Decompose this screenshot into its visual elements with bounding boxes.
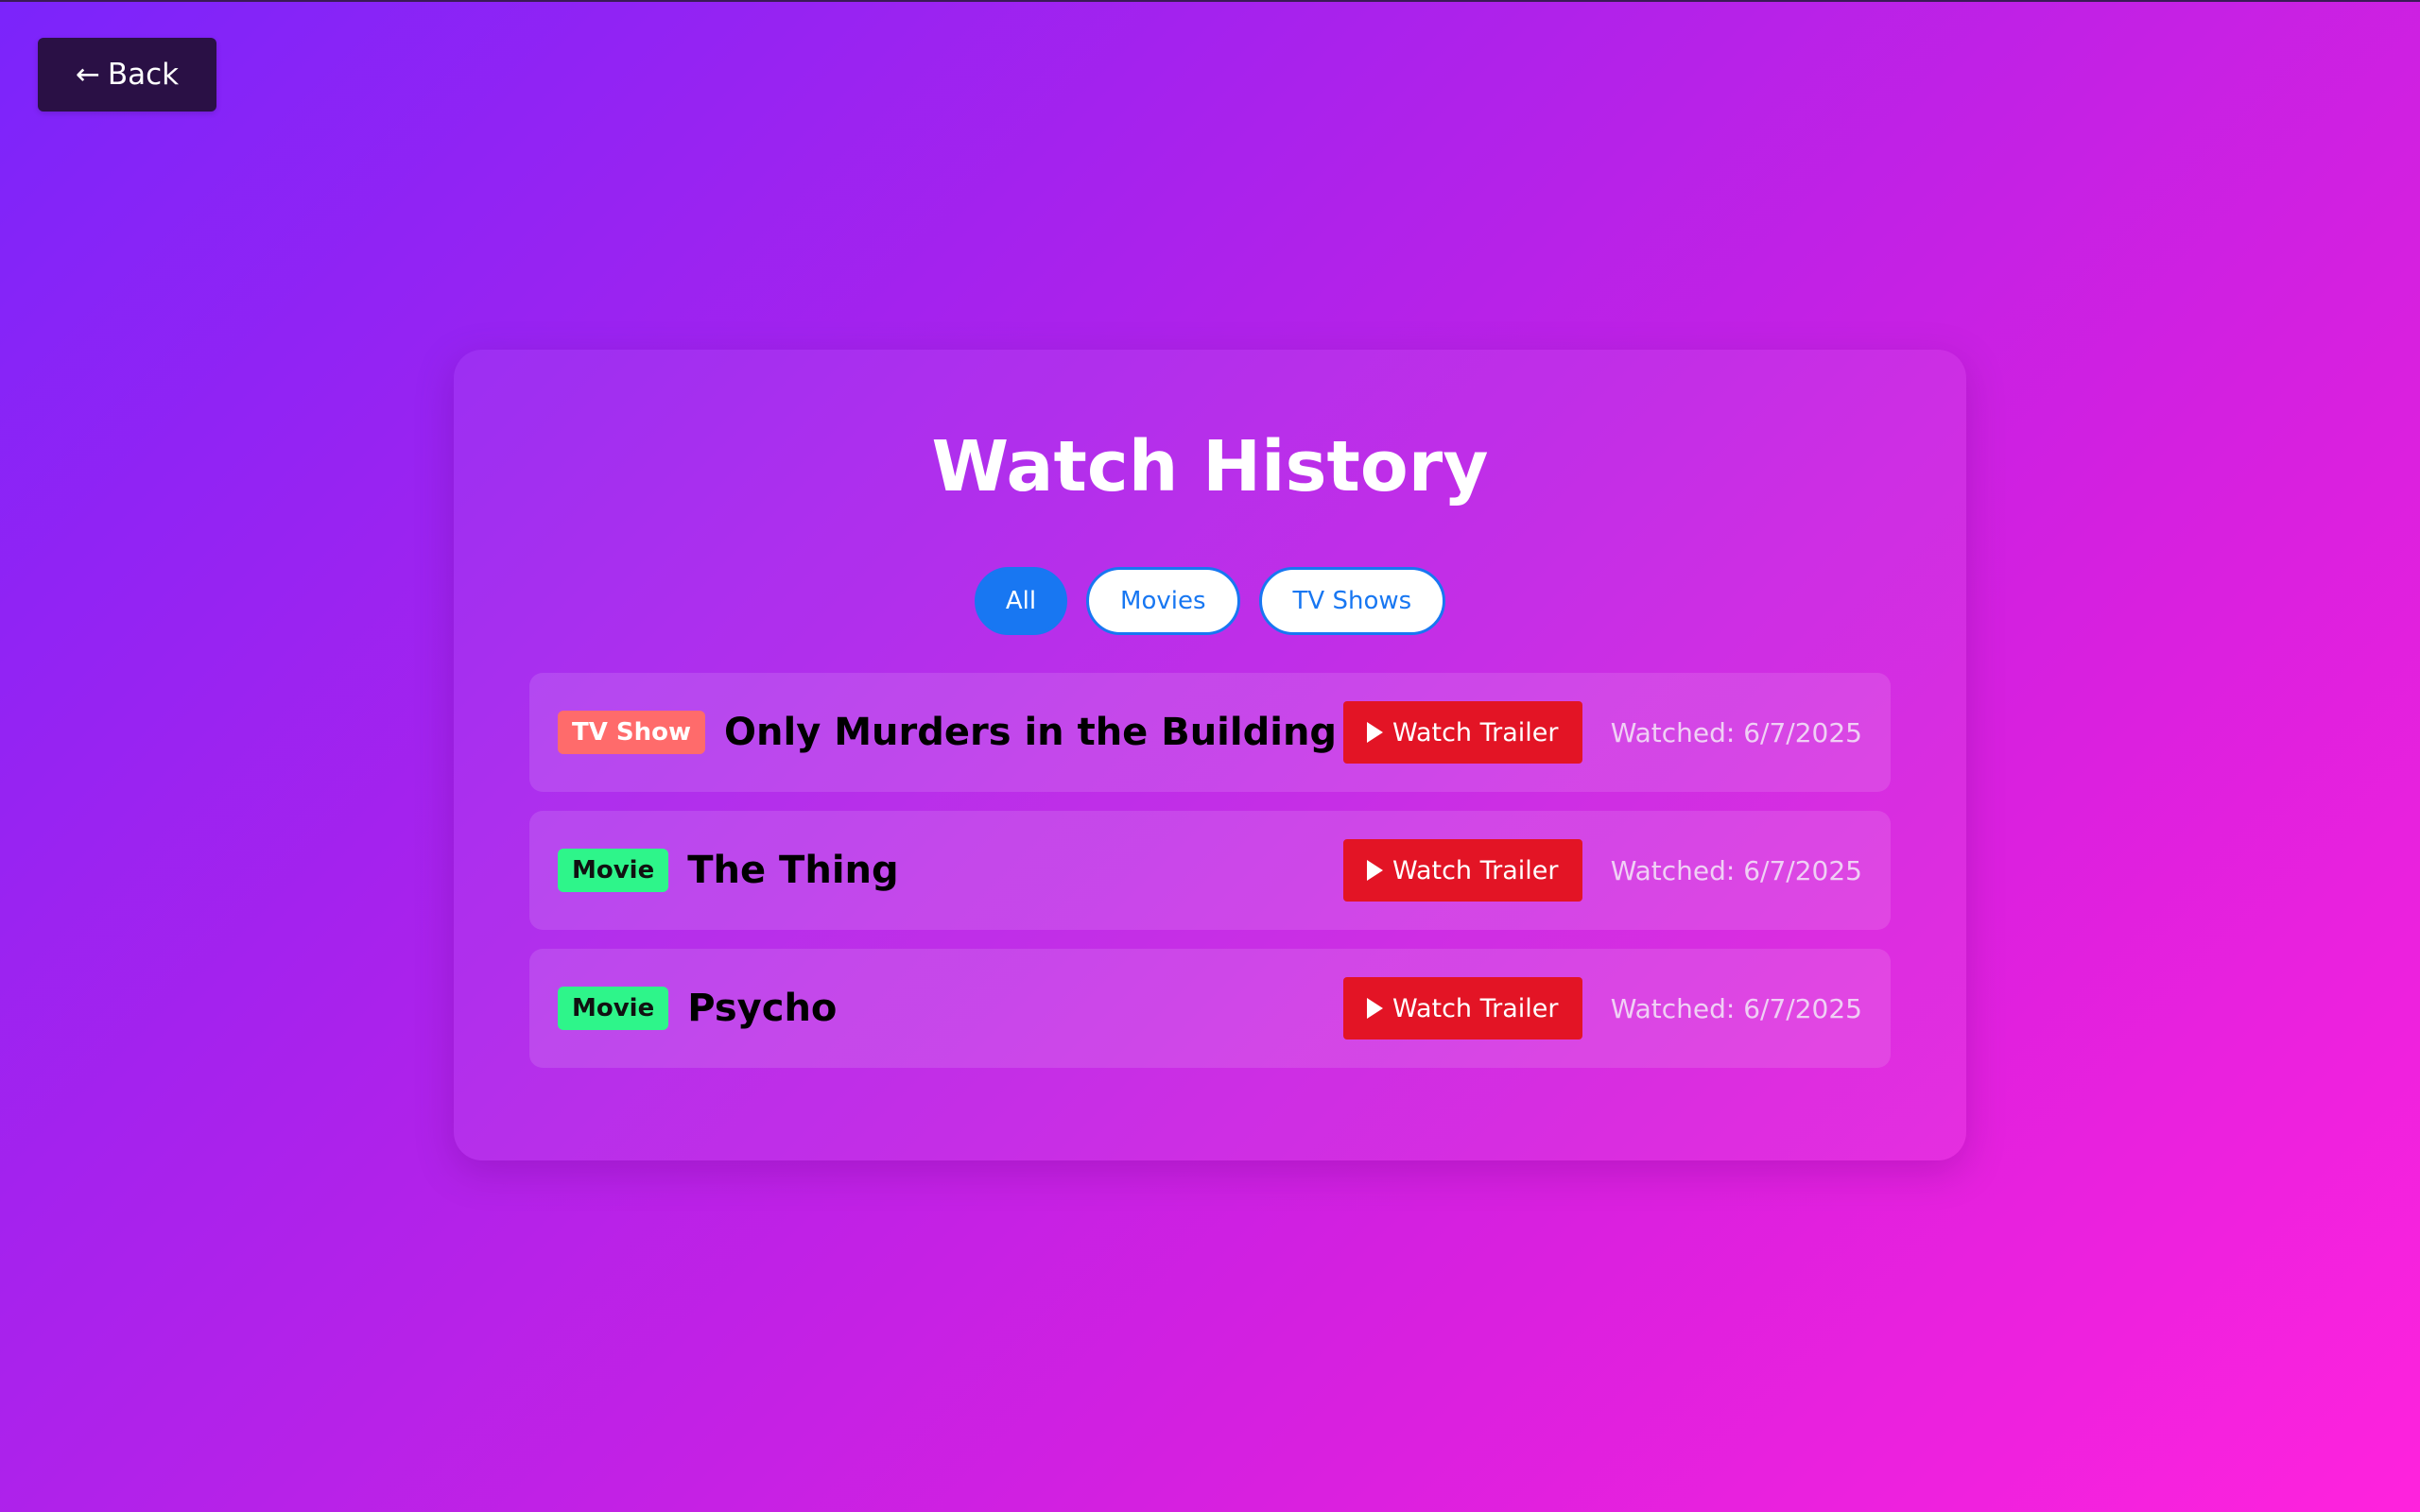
watch-trailer-button[interactable]: Watch Trailer	[1342, 977, 1582, 1040]
top-border	[0, 0, 2420, 2]
history-item: TV Show Only Murders in the Building Wat…	[529, 673, 1891, 792]
play-icon	[1366, 998, 1383, 1019]
watch-trailer-label: Watch Trailer	[1392, 717, 1559, 747]
play-icon	[1366, 722, 1383, 743]
watched-date: Watched: 6/7/2025	[1610, 716, 1862, 748]
watch-trailer-label: Watch Trailer	[1392, 855, 1559, 885]
watched-date: Watched: 6/7/2025	[1610, 992, 1862, 1024]
type-badge: TV Show	[558, 711, 706, 754]
watch-trailer-button[interactable]: Watch Trailer	[1342, 701, 1582, 764]
filter-bar: All Movies TV Shows	[454, 567, 1966, 635]
arrow-left-icon: ←	[75, 58, 100, 92]
back-button[interactable]: ← Back	[38, 38, 216, 112]
item-title: Only Murders in the Building	[724, 711, 1338, 754]
history-item: Movie Psycho Watch Trailer Watched: 6/7/…	[529, 949, 1891, 1068]
history-list: TV Show Only Murders in the Building Wat…	[529, 673, 1891, 1087]
filter-all-button[interactable]: All	[974, 567, 1068, 635]
filter-tv-shows-button[interactable]: TV Shows	[1258, 567, 1446, 635]
type-badge: Movie	[558, 987, 669, 1030]
watch-trailer-label: Watch Trailer	[1392, 993, 1559, 1023]
watch-trailer-button[interactable]: Watch Trailer	[1342, 839, 1582, 902]
play-icon	[1366, 860, 1383, 881]
item-title: The Thing	[687, 849, 899, 892]
back-label: Back	[107, 58, 180, 92]
item-title: Psycho	[687, 987, 838, 1030]
type-badge: Movie	[558, 849, 669, 892]
watched-date: Watched: 6/7/2025	[1610, 854, 1862, 886]
watch-history-card: Watch History All Movies TV Shows TV Sho…	[454, 350, 1966, 1160]
history-item: Movie The Thing Watch Trailer Watched: 6…	[529, 811, 1891, 930]
page-title: Watch History	[931, 426, 1489, 507]
filter-movies-button[interactable]: Movies	[1086, 567, 1240, 635]
